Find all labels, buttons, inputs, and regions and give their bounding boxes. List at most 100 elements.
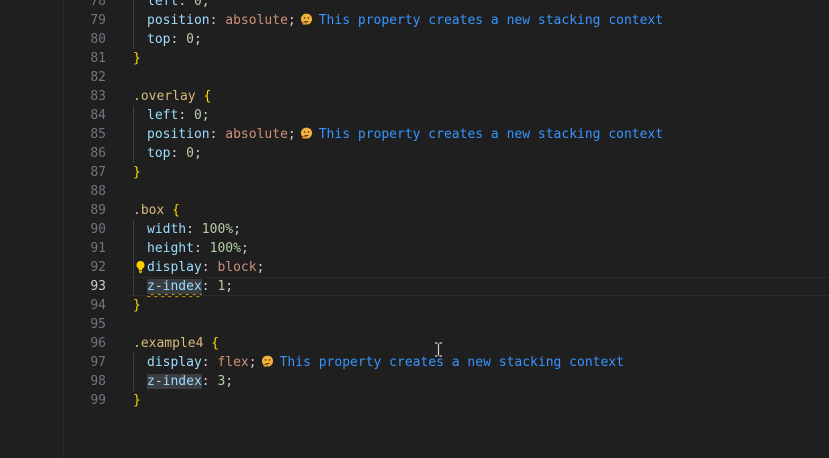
code-line[interactable]: 98 z-index: 3; — [0, 372, 829, 391]
code-line[interactable]: 86 top: 0; — [0, 144, 829, 163]
line-number: 78 — [90, 0, 106, 9]
code-line[interactable]: 79 position: absolute; This property crea… — [0, 11, 829, 30]
css-property: height — [147, 241, 194, 256]
line-number: 98 — [90, 374, 106, 389]
code-editor[interactable]: 78 left: 0; 79 position: absolute; This p… — [0, 0, 829, 458]
thinking-face-emoji-icon[interactable] — [261, 355, 274, 368]
closing-brace: } — [133, 165, 141, 180]
line-number: 79 — [90, 13, 106, 28]
css-value: 100% — [201, 222, 234, 237]
code-text: position: absolute; This property creates… — [147, 127, 664, 142]
css-property-warning[interactable]: z-index — [147, 279, 202, 294]
stacking-context-hint: This property creates a new stacking con… — [318, 127, 664, 142]
line-number: 80 — [90, 32, 106, 47]
code-text: .box { — [133, 201, 180, 220]
code-line[interactable]: 89 .box { — [0, 201, 829, 220]
code-line[interactable]: 82 — [0, 68, 829, 87]
code-line[interactable]: 90 width: 100%; — [0, 220, 829, 239]
current-code-line[interactable]: 93 z-index: 1; — [0, 277, 829, 296]
opening-brace: { — [172, 203, 180, 218]
line-number: 95 — [90, 317, 106, 332]
css-value: block — [217, 260, 257, 275]
css-value: 100% — [209, 241, 241, 256]
stacking-context-hint: This property creates a new stacking con… — [318, 13, 664, 28]
line-number: 82 — [90, 70, 106, 85]
css-selector: .overlay — [133, 89, 196, 104]
css-property: display — [147, 260, 202, 275]
css-property: position — [147, 127, 210, 142]
code-line[interactable]: 95 — [0, 315, 829, 334]
code-line[interactable]: 81 } — [0, 49, 829, 68]
line-number: 86 — [90, 146, 106, 161]
line-number: 89 — [90, 203, 106, 218]
code-text: top: 0; — [147, 146, 202, 161]
closing-brace: } — [133, 393, 141, 408]
opening-brace: { — [211, 336, 220, 351]
stacking-context-hint: This property creates a new stacking con… — [279, 355, 624, 370]
code-text: } — [133, 391, 141, 410]
css-property: left — [147, 108, 179, 123]
code-text: z-index: 3; — [147, 374, 234, 389]
code-line[interactable]: 92 display: block; — [0, 258, 829, 277]
code-line[interactable]: 99 } — [0, 391, 829, 410]
lightbulb-icon[interactable] — [135, 260, 146, 274]
line-number: 81 — [90, 51, 106, 66]
css-value: 0 — [193, 108, 202, 123]
css-value: 0 — [186, 146, 194, 161]
code-text: } — [133, 49, 141, 68]
code-line[interactable]: 88 — [0, 182, 829, 201]
line-number: 99 — [90, 393, 106, 408]
css-selector: .box — [133, 203, 165, 218]
code-text: position: absolute; This property creates… — [147, 13, 664, 28]
code-text: top: 0; — [147, 32, 202, 47]
css-property: position — [147, 13, 210, 28]
code-line[interactable]: 80 top: 0; — [0, 30, 829, 49]
code-line[interactable]: 96 .example4 { — [0, 334, 829, 353]
css-selector: .example4 — [133, 336, 204, 351]
code-line[interactable]: 84 left: 0; — [0, 106, 829, 125]
line-number: 94 — [90, 298, 106, 313]
css-property: width — [147, 222, 187, 237]
code-line[interactable]: 87 } — [0, 163, 829, 182]
line-number: 88 — [90, 184, 106, 199]
code-text: } — [133, 296, 141, 315]
opening-brace: { — [203, 89, 212, 104]
code-text: .overlay { — [133, 87, 211, 106]
thinking-face-emoji-icon[interactable] — [300, 13, 313, 26]
line-number: 91 — [90, 241, 106, 256]
code-text: display: block; — [147, 260, 265, 275]
line-number: 87 — [90, 165, 106, 180]
code-text: left: 0; — [147, 108, 210, 123]
css-value: absolute — [225, 13, 288, 28]
code-text: } — [133, 163, 141, 182]
code-text: width: 100%; — [147, 222, 241, 237]
code-text: display: flex; This property creates a ne… — [147, 355, 624, 370]
code-line[interactable]: 78 left: 0; — [0, 0, 829, 11]
css-property: display — [147, 355, 202, 370]
css-property: top — [147, 146, 171, 161]
thinking-face-emoji-icon[interactable] — [300, 127, 313, 140]
css-value: absolute — [225, 127, 288, 142]
code-text: height: 100%; — [147, 241, 249, 256]
css-property: z-index — [147, 374, 202, 389]
css-value: 0 — [186, 32, 194, 47]
css-value: flex — [217, 355, 249, 370]
code-text: .example4 { — [133, 334, 219, 353]
text-cursor-icon — [435, 342, 442, 357]
code-line[interactable]: 85 position: absolute; This property crea… — [0, 125, 829, 144]
css-value: 0 — [193, 0, 202, 9]
line-number: 96 — [90, 336, 106, 351]
line-number: 90 — [90, 222, 106, 237]
code-line[interactable]: 91 height: 100%; — [0, 239, 829, 258]
code-line[interactable]: 94 } — [0, 296, 829, 315]
line-number: 84 — [90, 108, 106, 123]
line-number: 83 — [90, 89, 106, 104]
css-property: left — [147, 0, 179, 9]
closing-brace: } — [133, 298, 141, 313]
code-text: z-index: 1; — [147, 279, 234, 294]
code-text: left: 0; — [133, 0, 210, 11]
line-number: 92 — [90, 260, 106, 275]
code-line[interactable]: 83 .overlay { — [0, 87, 829, 106]
code-line[interactable]: 97 display: flex; This property creates a… — [0, 353, 829, 372]
line-number: 97 — [90, 355, 106, 370]
